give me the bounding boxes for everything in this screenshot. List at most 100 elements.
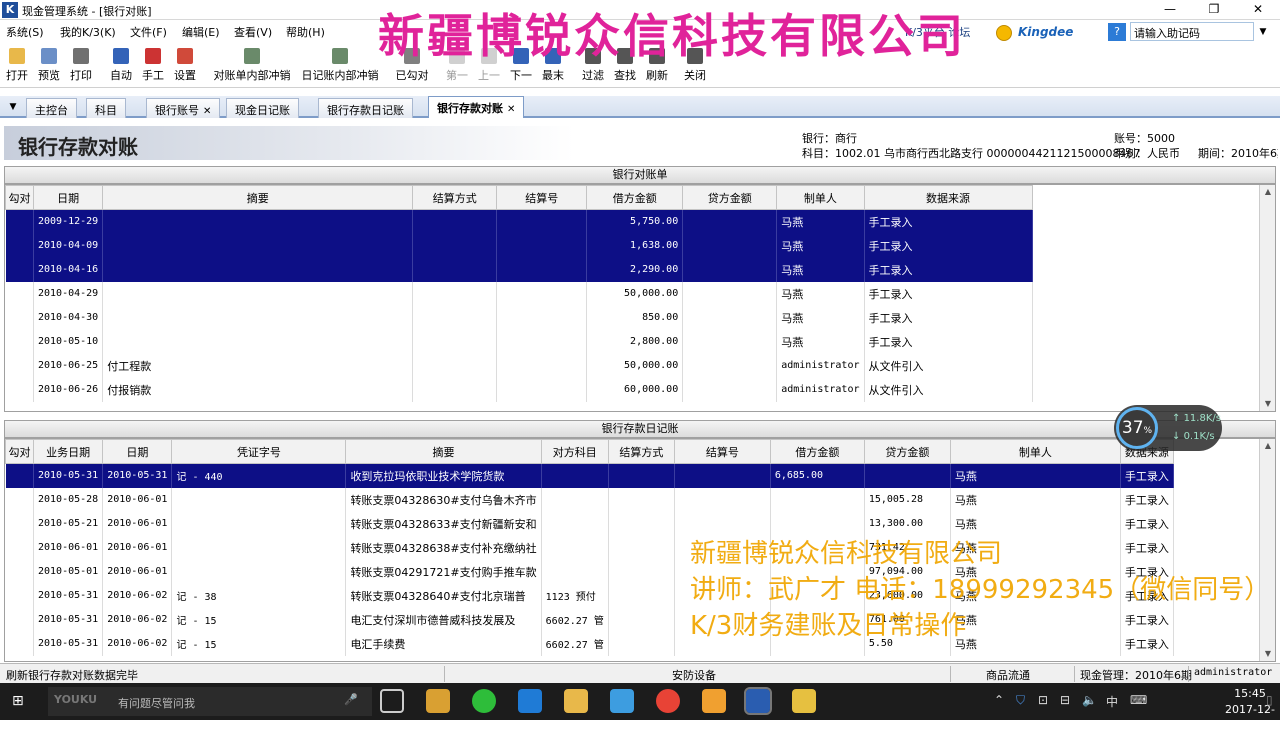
status-period: 现金管理：2010年6期 — [1080, 669, 1192, 682]
scroll-up-icon[interactable]: ▲ — [1260, 439, 1275, 453]
security-shield-icon[interactable]: ⛉ — [1016, 693, 1025, 708]
journal-cell-summary: 转账支票04328630#支付乌鲁木齐市 — [345, 487, 542, 512]
tab-bank-journal[interactable]: 银行存款日记账 — [318, 98, 413, 118]
statement-cell-check — [5, 281, 34, 306]
journal-cell-voucher: 记 - 15 — [171, 607, 347, 632]
statement-row[interactable]: 2010-06-26 付报销款 60,000.00 administrator 从文件引… — [5, 377, 1033, 402]
mnemonic-dropdown-icon[interactable]: ▼ — [1256, 23, 1270, 41]
volume-icon[interactable]: 🔈 — [1082, 693, 1097, 707]
tray-app-icon[interactable]: ⊡ — [1038, 693, 1048, 707]
statement-cell-maker: 马燕 — [776, 305, 865, 330]
ime-mode-icon[interactable]: ⌨ — [1130, 693, 1147, 707]
journal-writeoff-button[interactable]: 日记账内部冲销 — [298, 46, 382, 86]
minimize-button[interactable]: — — [1148, 0, 1192, 20]
statement-row[interactable]: 2010-04-16 2,290.00 马燕 手工录入 — [5, 257, 1033, 282]
wechat-icon[interactable] — [472, 689, 496, 713]
restore-button[interactable]: ❐ — [1192, 0, 1236, 20]
tab-list-dropdown-icon[interactable]: ▼ — [4, 99, 22, 115]
print-button[interactable]: 打印 — [66, 46, 96, 86]
close-tab-icon[interactable]: ✕ — [203, 106, 211, 117]
statement-cell-debit: 2,800.00 — [586, 329, 684, 354]
statement-cell-summary — [102, 257, 414, 282]
statement-cell-maker: administrator — [776, 353, 865, 378]
status-divider — [444, 666, 445, 682]
scroll-down-icon[interactable]: ▼ — [1260, 397, 1275, 411]
journal-cell-biz_date: 2010-05-01 — [33, 559, 104, 584]
statement-cell-credit — [682, 233, 778, 258]
scroll-up-icon[interactable]: ▲ — [1260, 185, 1275, 199]
statement-row[interactable]: 2010-04-29 50,000.00 马燕 手工录入 — [5, 281, 1033, 306]
journal-row[interactable]: 2010-05-28 2010-06-01 转账支票04328630#支付乌鲁木齐市… — [5, 487, 1174, 512]
statement-scrollbar[interactable]: ▲ ▼ — [1259, 185, 1275, 411]
journal-cell-summary: 收到克拉玛依职业技术学院货款 — [345, 463, 542, 488]
open-button[interactable]: 打开 — [2, 46, 32, 86]
app-icon: K — [2, 2, 18, 18]
journal-cell-voucher: 记 - 15 — [171, 631, 347, 656]
settings-button[interactable]: 设置 — [170, 46, 200, 86]
ime-indicator[interactable]: 中 — [1106, 693, 1118, 710]
baidu-netdisk-icon[interactable] — [610, 689, 634, 713]
statement-cell-credit — [682, 209, 778, 234]
journal-cell-maker: 马燕 — [950, 463, 1121, 488]
mnemonic-search-input[interactable]: 请输入助记码 — [1130, 22, 1254, 41]
statement-cell-date: 2010-05-10 — [33, 329, 104, 354]
tab-bank-accounts[interactable]: 银行账号 ✕ — [146, 98, 221, 118]
company-watermark: 新疆博锐众信科技有限公司 — [378, 9, 966, 63]
taskbar-search-box[interactable]: YOUKU 有问题尽管问我 🎤 — [48, 687, 372, 716]
statement-cell-source: 从文件引入 — [864, 353, 1033, 378]
menu-my-k3[interactable]: 我的K/3(K) — [60, 24, 116, 40]
usage-gauge: 37% — [1116, 407, 1158, 449]
menu-system[interactable]: 系统(S) — [6, 24, 44, 40]
qq-icon[interactable] — [426, 689, 450, 713]
statement-row[interactable]: 2009-12-29 5,750.00 马燕 手工录入 — [5, 209, 1033, 234]
statement-cell-number — [496, 329, 588, 354]
journal-cell-biz_date: 2010-06-01 — [33, 535, 104, 560]
microphone-icon[interactable]: 🎤 — [344, 693, 358, 706]
windows-start-icon[interactable]: ⊞ — [12, 693, 28, 709]
tray-chevron-icon[interactable]: ⌃ — [994, 693, 1004, 707]
notification-icon[interactable]: ▯ — [1266, 693, 1273, 707]
journal-cell-check — [5, 583, 34, 608]
journal-row[interactable]: 2010-05-21 2010-06-01 转账支票04328633#支付新疆新安和… — [5, 511, 1174, 536]
task-view-icon[interactable] — [380, 689, 404, 713]
chrome-icon[interactable] — [656, 689, 680, 713]
scroll-down-icon[interactable]: ▼ — [1260, 647, 1275, 661]
help-app-icon[interactable] — [702, 689, 726, 713]
file-explorer-icon[interactable] — [564, 689, 588, 713]
journal-cell-summary: 转账支票04291721#支付购手推车款 — [345, 559, 542, 584]
statement-row[interactable]: 2010-04-30 850.00 马燕 手工录入 — [5, 305, 1033, 330]
preview-button[interactable]: 预览 — [34, 46, 64, 86]
network-monitor-widget[interactable]: 37% ↑ 11.8K/s ↓ 0.1K/s — [1114, 405, 1222, 451]
tab-cash-journal[interactable]: 现金日记账 — [226, 98, 299, 118]
statement-cell-method — [412, 209, 498, 234]
manual-reconcile-button[interactable]: 手工 — [138, 46, 168, 86]
journal-cell-maker: 马燕 — [950, 511, 1121, 536]
statement-row[interactable]: 2010-04-09 1,638.00 马燕 手工录入 — [5, 233, 1033, 258]
statement-cell-check — [5, 233, 34, 258]
menu-view[interactable]: 查看(V) — [234, 24, 272, 40]
network-icon[interactable]: ⊟ — [1060, 693, 1070, 707]
column-header: 制单人 — [776, 185, 865, 210]
close-tab-icon[interactable]: ✕ — [507, 104, 515, 115]
close-button[interactable]: ✕ — [1236, 0, 1280, 20]
menu-file[interactable]: 文件(F) — [130, 24, 167, 40]
journal-cell-date: 2010-06-01 — [102, 511, 173, 536]
statement-writeoff-button[interactable]: 对账单内部冲销 — [210, 46, 294, 86]
edge-icon[interactable] — [518, 689, 542, 713]
auto-reconcile-button[interactable]: 自动 — [106, 46, 136, 86]
tab-subjects[interactable]: 科目 — [86, 98, 126, 118]
statement-cell-maker: 马燕 — [776, 209, 865, 234]
overlay-teacher: 讲师：武广才 电话：18999292345（微信同号） — [690, 575, 1271, 605]
column-header: 借方金额 — [586, 185, 684, 210]
help-search-icon[interactable]: ? — [1108, 23, 1126, 41]
k3-app-icon[interactable] — [744, 687, 772, 715]
notepad-icon[interactable] — [792, 689, 816, 713]
journal-row[interactable]: 2010-05-31 2010-05-31 记 - 440 收到克拉玛依职业技术学院货… — [5, 463, 1174, 488]
column-header: 勾对 — [5, 185, 34, 210]
tab-bank-reconcile[interactable]: 银行存款对账 ✕ — [428, 96, 525, 118]
menu-help[interactable]: 帮助(H) — [286, 24, 325, 40]
statement-row[interactable]: 2010-05-10 2,800.00 马燕 手工录入 — [5, 329, 1033, 354]
statement-row[interactable]: 2010-06-25 付工程款 50,000.00 administrator 从文件引… — [5, 353, 1033, 378]
tab-console[interactable]: 主控台 — [26, 98, 77, 118]
menu-edit[interactable]: 编辑(E) — [182, 24, 220, 40]
